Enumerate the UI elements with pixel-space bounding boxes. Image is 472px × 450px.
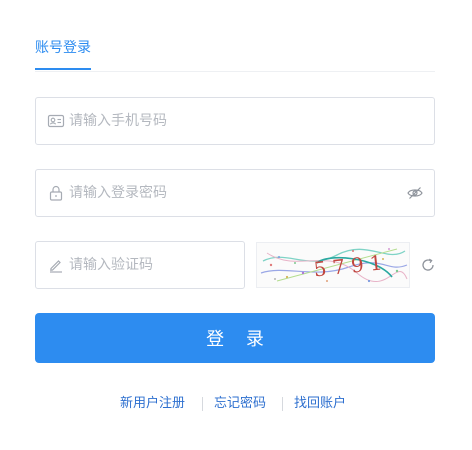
captcha-image[interactable]: 5791 <box>256 242 410 288</box>
password-field[interactable] <box>35 169 435 217</box>
phone-input[interactable] <box>67 98 398 144</box>
captcha-code-input[interactable] <box>67 242 208 288</box>
eye-off-icon[interactable] <box>407 185 423 201</box>
tab-account-login[interactable]: 账号登录 <box>35 38 91 58</box>
footer-links: 新用户注册 忘记密码 找回账户 <box>0 394 472 414</box>
lock-icon <box>49 185 63 201</box>
phone-field[interactable] <box>35 97 435 145</box>
captcha-noise: 5791 <box>260 248 408 283</box>
recover-account-link[interactable]: 找回账户 <box>294 394 346 414</box>
divider <box>202 397 203 411</box>
id-card-icon <box>47 114 65 128</box>
login-tabs: 账号登录 <box>35 0 435 72</box>
login-button[interactable]: 登 录 <box>35 313 435 363</box>
captcha-code-field[interactable] <box>35 241 245 289</box>
captcha-digits: 5791 <box>313 250 390 282</box>
password-input[interactable] <box>67 170 398 216</box>
forgot-password-link[interactable]: 忘记密码 <box>214 394 266 414</box>
tab-active-indicator <box>35 68 91 70</box>
register-link[interactable]: 新用户注册 <box>120 394 185 414</box>
pencil-icon <box>50 260 62 273</box>
refresh-icon[interactable] <box>421 258 435 272</box>
divider <box>282 397 283 411</box>
